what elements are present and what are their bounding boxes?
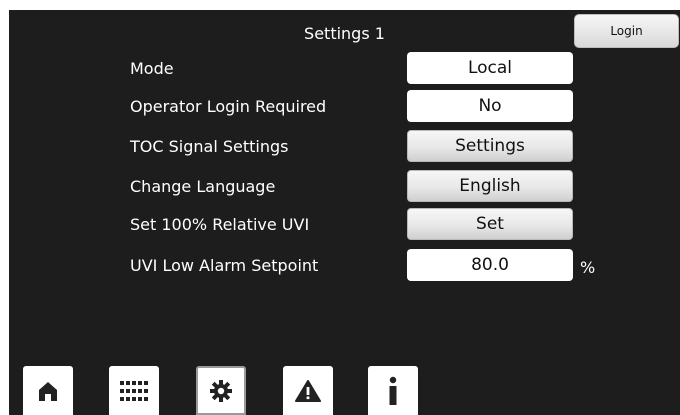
nav-settings-button[interactable] <box>196 366 246 415</box>
uvi-low-alarm-setpoint-label: UVI Low Alarm Setpoint <box>130 256 319 275</box>
home-icon <box>39 381 57 401</box>
nav-info-button[interactable] <box>368 366 418 415</box>
uvi-low-alarm-setpoint-field[interactable]: 80.0 <box>407 249 573 281</box>
change-language-button[interactable]: English <box>407 170 573 202</box>
change-language-label: Change Language <box>130 177 276 196</box>
mode-label: Mode <box>130 59 174 78</box>
set-relative-uvi-button[interactable]: Set <box>407 208 573 240</box>
nav-keypad-button[interactable] <box>109 366 159 415</box>
info-icon <box>389 376 397 405</box>
operator-login-required-field[interactable]: No <box>407 90 573 122</box>
set-relative-uvi-label: Set 100% Relative UVI <box>130 215 310 234</box>
login-button[interactable]: Login <box>574 14 679 48</box>
toc-signal-settings-label: TOC Signal Settings <box>130 137 289 156</box>
settings-panel: Settings 1 Login Mode Local Operator Log… <box>9 10 680 415</box>
gear-icon <box>210 379 232 402</box>
mode-field[interactable]: Local <box>407 52 573 84</box>
keypad-grid-icon <box>120 380 148 401</box>
percent-unit: % <box>580 258 596 277</box>
hmi-screen: Settings 1 Login Mode Local Operator Log… <box>0 0 680 415</box>
nav-home-button[interactable] <box>23 366 73 415</box>
operator-login-required-label: Operator Login Required <box>130 97 327 116</box>
toc-signal-settings-button[interactable]: Settings <box>407 130 573 162</box>
warning-icon <box>295 379 321 402</box>
nav-alarms-button[interactable] <box>283 366 333 415</box>
